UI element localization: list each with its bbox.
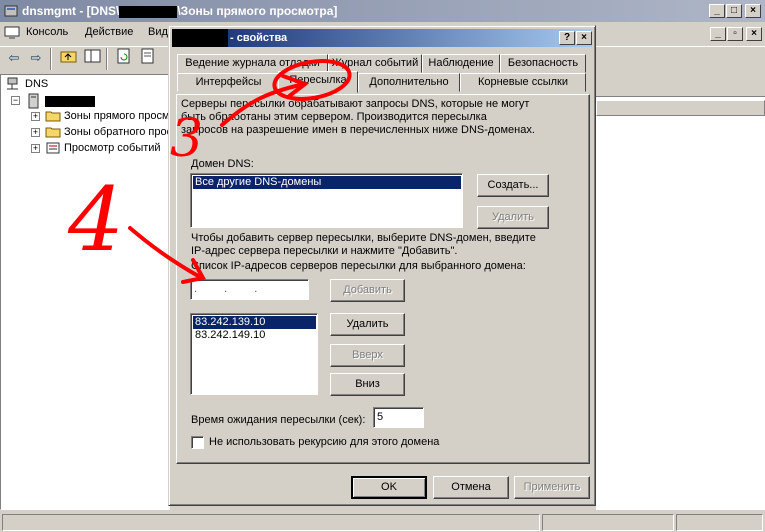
domain-list-item[interactable]: Все другие DNS-домены — [193, 176, 461, 189]
delete-ip-button[interactable]: Удалить — [330, 313, 405, 336]
no-recursion-checkbox[interactable] — [191, 436, 204, 449]
refresh-icon[interactable] — [113, 48, 135, 70]
ip-address-input[interactable]: . . . — [190, 279, 309, 300]
ip-list-label: Список IP-адресов серверов пересылки для… — [191, 260, 526, 272]
export-icon[interactable] — [137, 48, 159, 70]
results-pane — [596, 96, 765, 510]
console-icon — [4, 26, 20, 39]
intro-text-line: быть обработаны этим сервером. Производи… — [181, 111, 487, 123]
collapse-toggle[interactable]: − — [11, 96, 20, 105]
menu-console[interactable]: Консоль — [26, 26, 68, 38]
delete-domain-button[interactable]: Удалить — [477, 206, 549, 229]
dialog-title: - свойства — [230, 32, 288, 44]
toolbar-separator — [106, 48, 108, 70]
menu-view[interactable]: Вид — [148, 26, 168, 38]
no-recursion-label: Не использовать рекурсию для этого домен… — [209, 436, 440, 448]
tree-reverse-zones[interactable]: Зоны обратного просмотра — [64, 126, 168, 138]
tree-event-viewer[interactable]: Просмотр событий — [64, 142, 161, 154]
expand-toggle[interactable]: + — [31, 112, 40, 121]
timeout-label: Время ожидания пересылки (сек): — [191, 414, 366, 426]
tab-forwarders[interactable]: Пересылка — [278, 71, 358, 93]
dns-domain-list[interactable]: Все другие DNS-домены — [190, 173, 463, 228]
child-close-button[interactable]: × — [746, 27, 762, 41]
redacted-server-name[interactable] — [45, 96, 95, 107]
forward-arrow-icon[interactable]: ⇨ — [25, 48, 47, 70]
dialog-close-button[interactable]: × — [576, 31, 592, 45]
tab-interfaces[interactable]: Интерфейсы — [177, 73, 280, 92]
status-cell — [2, 514, 540, 531]
dns-root-icon — [7, 77, 18, 90]
expand-toggle[interactable]: + — [31, 128, 40, 137]
properties-dialog: - свойства ? × Ведение журнала отладки Ж… — [168, 25, 596, 506]
tree-forward-zones[interactable]: Зоны прямого просмотра — [64, 110, 168, 122]
move-down-button[interactable]: Вниз — [330, 373, 405, 396]
toolbar-separator — [50, 48, 52, 70]
show-tree-icon[interactable] — [82, 48, 104, 70]
up-folder-icon[interactable] — [58, 48, 80, 70]
folder-icon — [45, 127, 61, 138]
folder-icon — [45, 111, 61, 122]
move-up-button[interactable]: Вверх — [330, 344, 405, 367]
status-cell — [676, 514, 763, 531]
close-button[interactable]: × — [745, 4, 761, 18]
main-title-bar: dnsmgmt - [DNS\ \Зоны прямого просмотра] — [0, 0, 765, 22]
instruction-text-line: IP-адрес сервера пересылки и нажмите "До… — [191, 245, 458, 257]
results-pane-header — [596, 74, 765, 94]
results-column-header[interactable] — [596, 100, 765, 116]
expand-toggle[interactable]: + — [31, 144, 40, 153]
dialog-title-bar: - свойства — [172, 29, 592, 47]
main-title-prefix: dnsmgmt - [DNS\ — [22, 4, 120, 18]
child-minimize-button[interactable]: _ — [710, 27, 726, 41]
create-domain-button[interactable]: Создать... — [477, 174, 549, 197]
timeout-input[interactable]: 5 — [373, 407, 424, 428]
dns-domain-label: Домен DNS: — [191, 158, 254, 170]
server-icon — [28, 93, 39, 109]
redacted-block — [119, 5, 178, 18]
main-title-suffix: \Зоны прямого просмотра] — [177, 4, 338, 18]
ip-list-item[interactable]: 83.242.149.10 — [193, 329, 316, 342]
menu-action[interactable]: Действие — [85, 26, 133, 38]
console-tree — [0, 74, 170, 510]
intro-text-line: Серверы пересылки обрабатывают запросы D… — [181, 98, 530, 110]
apply-button[interactable]: Применить — [514, 476, 590, 499]
ip-list-item[interactable]: 83.242.139.10 — [193, 316, 316, 329]
status-cell — [542, 514, 674, 531]
tab-root-hints[interactable]: Корневые ссылки — [460, 73, 586, 92]
instruction-text-line: Чтобы добавить сервер пересылки, выберит… — [191, 232, 536, 244]
tree-dns-root[interactable]: DNS — [25, 78, 48, 90]
dns-app-icon — [4, 5, 18, 17]
back-arrow-icon[interactable]: ⇦ — [3, 48, 25, 70]
cancel-button[interactable]: Отмена — [433, 476, 509, 499]
add-button[interactable]: Добавить — [330, 279, 405, 302]
maximize-button[interactable]: □ — [726, 4, 742, 18]
tab-monitoring[interactable]: Наблюдение — [422, 54, 500, 73]
minimize-button[interactable]: _ — [709, 4, 725, 18]
redacted-server-name — [172, 29, 228, 47]
event-viewer-icon — [46, 142, 60, 154]
tab-security[interactable]: Безопасность — [500, 54, 586, 73]
help-button[interactable]: ? — [559, 31, 575, 45]
forwarder-ip-list[interactable]: 83.242.139.10 83.242.149.10 — [190, 313, 318, 395]
intro-text-line: запросов на разрешение имен в перечислен… — [181, 124, 535, 136]
child-restore-button[interactable]: ▫ — [727, 27, 743, 41]
tab-advanced[interactable]: Дополнительно — [358, 73, 460, 92]
ok-button[interactable]: OK — [351, 476, 427, 499]
